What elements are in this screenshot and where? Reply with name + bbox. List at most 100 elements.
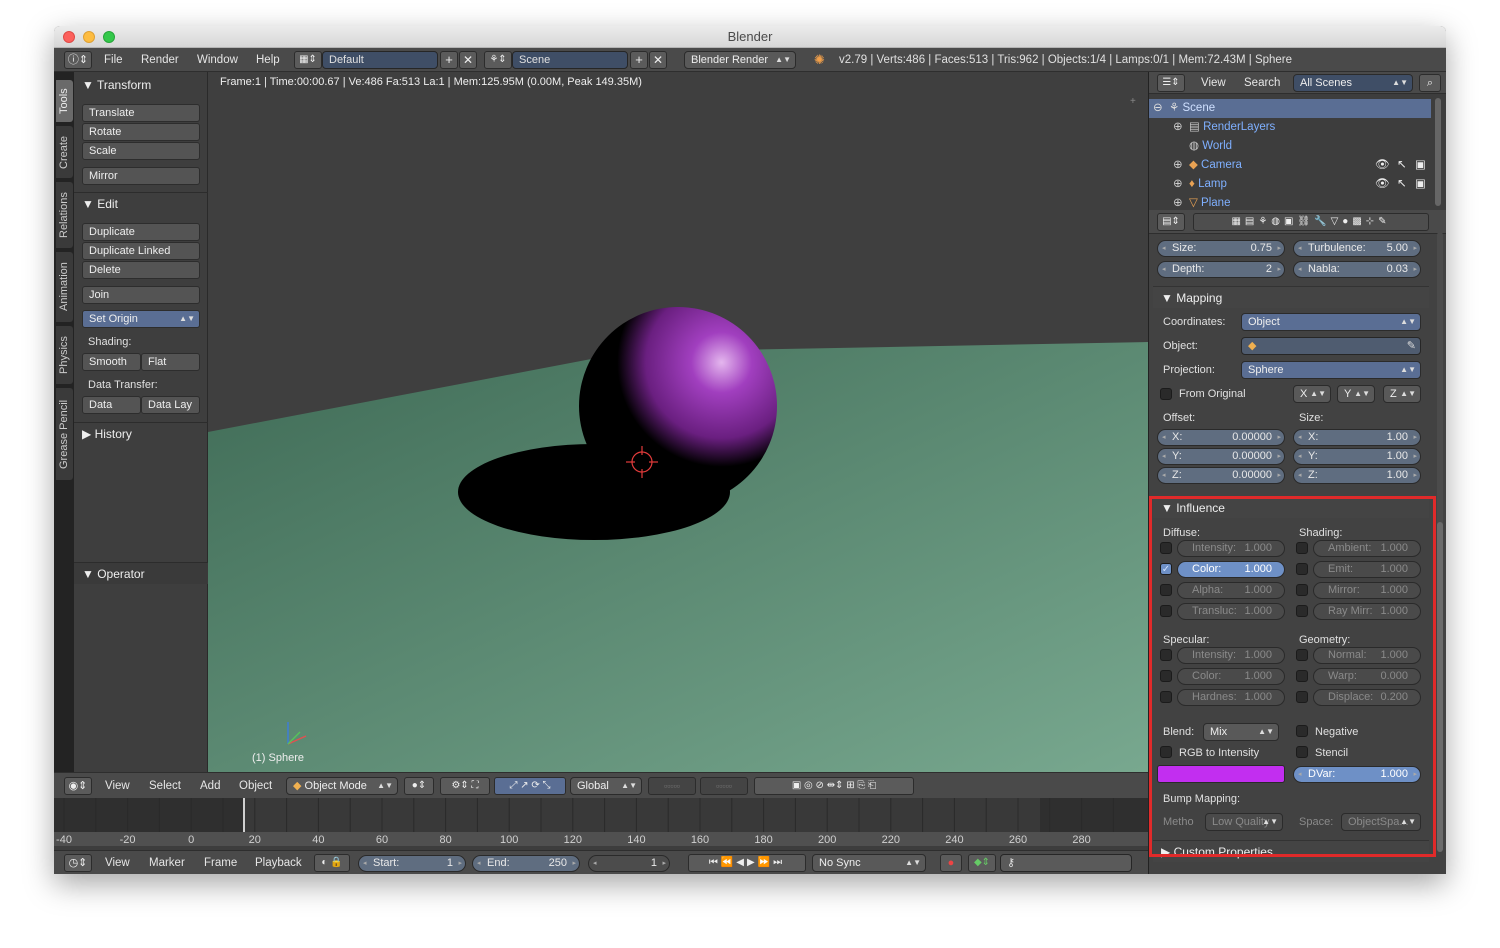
current-frame-marker[interactable] (243, 798, 245, 832)
normal-field[interactable]: Normal: 1.000 (1313, 647, 1421, 664)
delete-button[interactable]: Delete (82, 261, 200, 279)
delete-screen-icon[interactable]: ✕ (459, 51, 477, 69)
turbulence-field[interactable]: ◂ Turbulence: 5.00 ▸ (1293, 240, 1421, 257)
outliner-scrollbar[interactable] (1435, 98, 1441, 206)
influence-panel-header[interactable]: ▼ Influence (1153, 496, 1429, 518)
timeline-menu-playback[interactable]: Playback (255, 851, 302, 874)
current-frame-field[interactable]: ◂ 1 ▸ (588, 855, 670, 872)
depth-field[interactable]: ◂ Depth: 2 ▸ (1157, 261, 1285, 278)
duplicate-linked-button[interactable]: Duplicate Linked (82, 242, 200, 260)
editor-type-outliner-icon[interactable]: ☰⇕ (1157, 74, 1185, 92)
eyedropper-icon[interactable]: ✎ (1407, 338, 1416, 354)
map-size-z-field[interactable]: ◂ Z: 1.00 ▸ (1293, 467, 1421, 484)
mirror-button[interactable]: Mirror (82, 167, 200, 185)
offset-y-field[interactable]: ◂ Y: 0.00000 ▸ (1157, 448, 1285, 465)
outliner-row-plane[interactable]: ⊕ ▽ Plane (1149, 194, 1431, 210)
axis-y-select[interactable]: Y ▲▼ (1337, 385, 1375, 403)
diffuse-alpha-field[interactable]: Alpha: 1.000 (1177, 582, 1285, 599)
tab-create[interactable]: Create (56, 126, 73, 178)
3d-viewport[interactable]: + Frame:1 | Time:00:00.67 | Ve:486 Fa:51… (208, 72, 1148, 772)
smooth-button[interactable]: Smooth (82, 353, 141, 371)
texture-size-field[interactable]: ◂ Size: 0.75 ▸ (1157, 240, 1285, 257)
editor-type-timeline-icon[interactable]: ◷⇕ (64, 854, 92, 872)
outliner-filter-select[interactable]: All Scenes ▲▼ (1293, 74, 1413, 92)
flat-button[interactable]: Flat (141, 353, 200, 371)
screen-layout-field[interactable]: Default (322, 51, 438, 69)
hardness-checkbox[interactable] (1160, 691, 1172, 703)
scene-icon[interactable]: ⚘⇕ (484, 51, 512, 69)
renderable-camera-icon[interactable]: ▣ (1415, 175, 1426, 194)
outliner-row-renderlayers[interactable]: ⊕ ▤ RenderLayers (1149, 118, 1431, 137)
emit-checkbox[interactable] (1296, 563, 1308, 575)
diffuse-intensity-field[interactable]: Intensity: 1.000 (1177, 540, 1285, 557)
renderable-camera-icon[interactable]: ▣ (1415, 156, 1426, 175)
diffuse-color-checkbox[interactable]: ✓ (1160, 563, 1172, 575)
bump-space-select[interactable]: ObjectSpa... ▲▼ (1341, 813, 1421, 831)
editor-type-info-icon[interactable]: ⓘ⇕ (64, 51, 92, 69)
timeline-area[interactable]: -40 -20 0 20 40 60 80 100 120 140 160 180 200 220 240 2… (54, 798, 1148, 846)
set-origin-select[interactable]: Set Origin ▲▼ (82, 310, 200, 328)
menu-object[interactable]: Object (239, 773, 272, 799)
zoom-window-button[interactable] (103, 31, 115, 43)
pivot-snap-icons[interactable]: ⚙⇕ ⛶ (440, 777, 490, 795)
layer-buttons[interactable]: ▫▫▫▫▫ (648, 777, 696, 795)
visibility-eye-icon[interactable]: 👁 (1375, 175, 1390, 194)
outliner-menu-search[interactable]: Search (1244, 72, 1280, 94)
object-field[interactable]: ◆ ✎ (1241, 337, 1421, 355)
coordinates-select[interactable]: Object ▲▼ (1241, 313, 1421, 331)
duplicate-button[interactable]: Duplicate (82, 223, 200, 241)
rgb-to-intensity-checkbox[interactable] (1160, 746, 1172, 758)
ray-mirror-field[interactable]: Ray Mirr: 1.000 (1313, 603, 1421, 620)
dvar-field[interactable]: ◂ DVar: 1.000 ▸ (1293, 766, 1421, 783)
warp-checkbox[interactable] (1296, 670, 1308, 682)
tab-grease-pencil[interactable]: Grease Pencil (56, 388, 73, 480)
transform-panel-header[interactable]: ▼ Transform (74, 74, 208, 96)
editor-type-3d-icon[interactable]: ◉⇕ (64, 777, 92, 795)
end-frame-field[interactable]: ◂ End: 250 ▸ (472, 855, 580, 872)
outliner-row-world[interactable]: ◍ World (1149, 137, 1431, 156)
timeline-menu-frame[interactable]: Frame (204, 851, 237, 874)
close-window-button[interactable] (63, 31, 75, 43)
translate-button[interactable]: Translate (82, 104, 200, 122)
outliner-row-camera[interactable]: ⊕ ◆ Camera 👁 ↖ ▣ (1149, 156, 1431, 175)
diffuse-intensity-checkbox[interactable] (1160, 542, 1172, 554)
timeline-menu-view[interactable]: View (105, 851, 130, 874)
start-frame-field[interactable]: ◂ Start: 1 ▸ (358, 855, 466, 872)
specular-intensity-field[interactable]: Intensity: 1.000 (1177, 647, 1285, 664)
viewport-corner-plus-icon[interactable]: + (1130, 96, 1136, 107)
map-size-y-field[interactable]: ◂ Y: 1.00 ▸ (1293, 448, 1421, 465)
outliner-menu-view[interactable]: View (1201, 72, 1226, 94)
search-icon[interactable]: ⌕ (1419, 74, 1441, 92)
operator-panel-header[interactable]: ▼ Operator (74, 562, 208, 584)
diffuse-alpha-checkbox[interactable] (1160, 584, 1172, 596)
texture-color-swatch[interactable] (1157, 765, 1285, 783)
normal-checkbox[interactable] (1296, 649, 1308, 661)
ambient-field[interactable]: Ambient: 1.000 (1313, 540, 1421, 557)
editor-type-properties-icon[interactable]: ▤⇕ (1157, 213, 1185, 231)
displace-field[interactable]: Displace: 0.200 (1313, 689, 1421, 706)
snap-render-icons[interactable]: ▣ ◎ ⊘ ⇹⇕ ⊞ ⎘ ⎗ (754, 777, 914, 795)
menu-window[interactable]: Window (197, 48, 238, 72)
tab-relations[interactable]: Relations (56, 182, 73, 248)
tab-physics[interactable]: Physics (56, 326, 73, 384)
manipulator-icons[interactable]: ⤢ ↗ ⟳ ⤡ (494, 777, 566, 795)
screen-layout-icon[interactable]: ▦⇕ (294, 51, 322, 69)
emit-field[interactable]: Emit: 1.000 (1313, 561, 1421, 578)
diffuse-transluc-field[interactable]: Transluc: 1.000 (1177, 603, 1285, 620)
menu-help[interactable]: Help (256, 48, 280, 72)
specular-color-checkbox[interactable] (1160, 670, 1172, 682)
offset-z-field[interactable]: ◂ Z: 0.00000 ▸ (1157, 467, 1285, 484)
edit-panel-header[interactable]: ▼ Edit (74, 192, 208, 214)
projection-select[interactable]: Sphere ▲▼ (1241, 361, 1421, 379)
delete-scene-icon[interactable]: ✕ (649, 51, 667, 69)
mapping-panel-header[interactable]: ▼ Mapping (1153, 286, 1429, 308)
menu-select[interactable]: Select (149, 773, 181, 799)
diffuse-transluc-checkbox[interactable] (1160, 605, 1172, 617)
data-button[interactable]: Data (82, 396, 141, 414)
playback-controls-icons[interactable]: ⏮⏪◀▶⏩⏭ (688, 854, 806, 872)
mirror-field[interactable]: Mirror: 1.000 (1313, 582, 1421, 599)
join-button[interactable]: Join (82, 286, 200, 304)
rotate-button[interactable]: Rotate (82, 123, 200, 141)
keyframe-icon[interactable]: ◆⇕ (968, 854, 996, 872)
displace-checkbox[interactable] (1296, 691, 1308, 703)
